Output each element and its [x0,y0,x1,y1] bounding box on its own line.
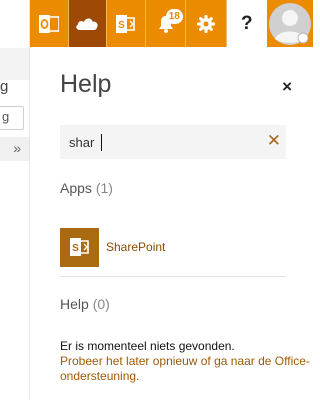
help-icon: ? [241,12,253,34]
app-result-name[interactable]: SharePoint [106,240,165,254]
search-box: ✕ [60,125,286,159]
account-button[interactable] [267,0,313,47]
app-result-sharepoint[interactable]: S SharePoint [60,227,286,267]
help-button[interactable]: ? [226,0,267,47]
settings-button[interactable] [186,0,227,47]
clear-search-icon[interactable]: ✕ [267,131,281,151]
help-panel: Help × ✕ Apps (1) S SharePoint Help (0) … [31,47,313,400]
apps-count: (1) [95,180,113,196]
double-chevron-icon[interactable]: » [13,137,21,159]
apps-section-header: Apps (1) [60,180,113,196]
help-label: Help [60,296,89,312]
sharepoint-icon: S [115,14,135,33]
left-expand-row[interactable]: » [0,137,29,161]
sharepoint-button[interactable]: S [107,0,146,47]
onedrive-button[interactable] [68,0,108,47]
sharepoint-app-tile-icon: S [60,227,99,267]
outlook-button[interactable] [30,0,69,47]
onedrive-icon [76,18,99,30]
empty-message-text: Er is momenteel niets gevonden. [60,339,235,353]
apps-label: Apps [60,180,92,196]
left-page-fragment: g g » [0,0,30,400]
text-caret [101,134,102,151]
section-divider [60,276,286,277]
no-results-message: Er is momenteel niets gevonden. Probeer … [60,339,310,384]
panel-title: Help [60,70,112,98]
left-band [0,48,29,80]
avatar [269,2,311,45]
sharepoint-icon: S [69,238,89,256]
outlook-icon [38,14,59,33]
help-section-header: Help (0) [60,296,110,312]
search-input[interactable] [60,125,260,159]
app-top-bar: S 18 ? [30,0,313,47]
close-icon[interactable]: × [282,78,292,95]
office-support-link[interactable]: Probeer het later opnieuw of ga naar de … [60,354,310,384]
svg-text:S: S [72,243,79,254]
left-text-fragment: g [0,78,9,95]
left-input-fragment[interactable]: g [0,106,24,130]
svg-text:S: S [118,20,125,31]
help-count: (0) [92,296,110,312]
notifications-button[interactable]: 18 [146,0,187,47]
gear-icon [196,14,215,33]
notification-count-badge: 18 [165,9,183,24]
